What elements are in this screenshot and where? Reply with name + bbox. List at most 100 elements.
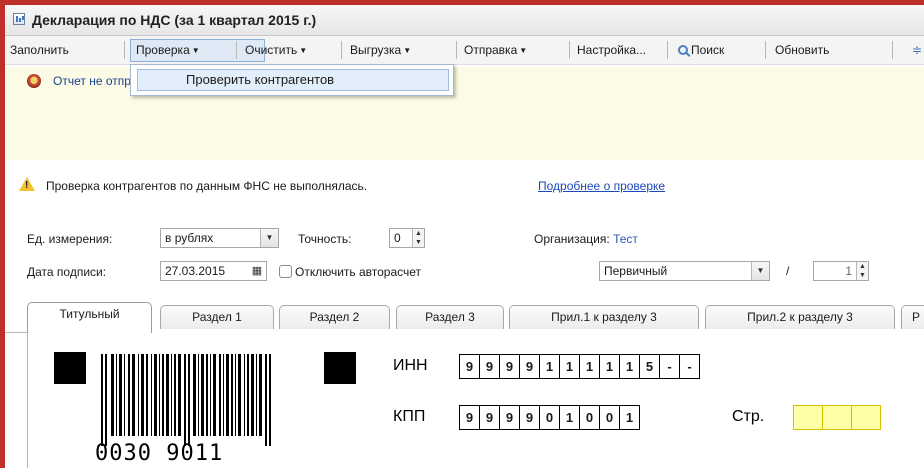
toolbar-separator <box>569 41 570 59</box>
inn-digit-cell[interactable]: 5 <box>639 354 660 379</box>
organization-value[interactable]: Тест <box>613 232 638 246</box>
spinner-arrows-icon[interactable]: ▲ ▼ <box>856 262 868 280</box>
disable-autocalc-label: Отключить авторасчет <box>295 265 422 279</box>
page-number-cells[interactable] <box>793 405 881 430</box>
inn-digit-cell[interactable]: 1 <box>619 354 640 379</box>
disable-autocalc-checkbox[interactable] <box>279 265 292 278</box>
spinner-arrows-icon[interactable]: ▲ ▼ <box>412 229 424 247</box>
inn-digit-cell[interactable]: - <box>659 354 680 379</box>
organization-label: Организация: <box>534 232 610 246</box>
refresh-button[interactable]: Обновить <box>775 42 829 58</box>
page-number-label: Стр. <box>732 408 765 425</box>
tab-appendix-2-section-3[interactable]: Прил.2 к разделу 3 <box>705 305 895 329</box>
inn-digit-cell[interactable]: - <box>679 354 700 379</box>
kpp-label: КПП <box>393 408 426 425</box>
chevron-down-icon: ▼ <box>519 46 528 55</box>
unit-value: в рублях <box>165 231 214 245</box>
sign-date-value: 27.03.2015 <box>165 264 226 278</box>
toolbar-separator <box>667 41 668 59</box>
tab-title-page[interactable]: Титульный <box>27 302 152 333</box>
kpp-digit-cell[interactable]: 9 <box>459 405 480 430</box>
tab-section-1[interactable]: Раздел 1 <box>160 305 274 329</box>
tab-more[interactable]: Р <box>901 305 924 329</box>
precision-value: 0 <box>394 231 401 245</box>
check-dropdown-menu: Проверить контрагентов <box>130 64 454 96</box>
barcode <box>101 354 271 446</box>
kpp-digit-cell[interactable]: 0 <box>599 405 620 430</box>
send-menu-button[interactable]: Отправка ▼ <box>464 42 527 58</box>
kpp-digit-cell[interactable]: 1 <box>559 405 580 430</box>
window-frame: Декларация по НДС (за 1 квартал 2015 г.)… <box>0 0 924 468</box>
inn-digit-cell[interactable]: 1 <box>599 354 620 379</box>
inn-digit-cell[interactable]: 1 <box>579 354 600 379</box>
toolbar-separator <box>456 41 457 59</box>
report-icon <box>13 13 25 25</box>
inn-label: ИНН <box>393 357 428 374</box>
correction-slash: / <box>786 264 790 278</box>
tab-section-3[interactable]: Раздел 3 <box>396 305 504 329</box>
kpp-digit-cell[interactable]: 0 <box>579 405 600 430</box>
export-menu-button[interactable]: Выгрузка ▼ <box>350 42 411 58</box>
toolbar-separator <box>341 41 342 59</box>
send-menu-label: Отправка <box>464 43 518 57</box>
sign-date-label: Дата подписи: <box>27 265 107 279</box>
kpp-digit-cell[interactable]: 0 <box>539 405 560 430</box>
page-number-cell[interactable] <box>822 405 852 430</box>
check-menu-label: Проверка <box>136 43 190 57</box>
check-counterparties-menu-item[interactable]: Проверить контрагентов <box>137 69 449 91</box>
unit-label: Ед. измерения: <box>27 232 113 246</box>
toolbar-separator <box>124 41 125 59</box>
correction-number-spinner[interactable]: 1 ▲ ▼ <box>813 261 869 281</box>
inn-digit-cell[interactable]: 1 <box>559 354 580 379</box>
inn-cells[interactable]: 9999111115-- <box>459 354 700 379</box>
report-kind-value: Первичный <box>604 264 668 278</box>
page-number-cell[interactable] <box>793 405 823 430</box>
export-menu-label: Выгрузка <box>350 43 402 57</box>
more-actions-icon[interactable]: ≑ <box>912 43 924 57</box>
chevron-down-icon[interactable]: ▼ <box>260 229 278 247</box>
kpp-digit-cell[interactable]: 9 <box>479 405 500 430</box>
window-title: Декларация по НДС (за 1 квартал 2015 г.) <box>32 12 317 28</box>
counterparty-check-warning: Проверка контрагентов по данным ФНС не в… <box>46 179 368 193</box>
inn-digit-cell[interactable]: 9 <box>479 354 500 379</box>
page-number-cell[interactable] <box>851 405 881 430</box>
kpp-digit-cell[interactable]: 9 <box>499 405 520 430</box>
barcode-number: 0030 9011 <box>95 441 224 466</box>
clear-menu-label: Очистить <box>245 43 298 57</box>
toolbar-separator <box>236 41 237 59</box>
search-button[interactable]: Поиск <box>678 42 724 58</box>
chevron-down-icon: ▼ <box>403 46 412 55</box>
precision-label: Точность: <box>298 232 352 246</box>
warning-icon-mark: ! <box>25 180 29 191</box>
fill-button[interactable]: Заполнить <box>10 42 69 58</box>
sign-date-input[interactable]: 27.03.2015 ▦ <box>160 261 267 281</box>
kpp-digit-cell[interactable]: 1 <box>619 405 640 430</box>
check-details-link[interactable]: Подробнее о проверке <box>538 179 665 193</box>
toolbar-separator <box>892 41 893 59</box>
calendar-icon[interactable]: ▦ <box>249 263 265 279</box>
organization-field: Организация: Тест <box>534 232 638 246</box>
inn-digit-cell[interactable]: 9 <box>519 354 540 379</box>
check-menu-button[interactable]: Проверка ▼ <box>136 42 200 58</box>
corner-marker <box>324 352 356 384</box>
search-icon <box>678 45 688 55</box>
clear-menu-button[interactable]: Очистить ▼ <box>245 42 307 58</box>
chevron-down-icon[interactable]: ▼ <box>751 262 769 280</box>
toolbar-separator <box>765 41 766 59</box>
precision-spinner[interactable]: 0 ▲ ▼ <box>389 228 425 248</box>
inn-digit-cell[interactable]: 9 <box>459 354 480 379</box>
settings-button[interactable]: Настройка... <box>577 42 646 58</box>
tab-appendix-1-section-3[interactable]: Прил.1 к разделу 3 <box>509 305 699 329</box>
unit-select[interactable]: в рублях ▼ <box>160 228 279 248</box>
kpp-cells[interactable]: 999901001 <box>459 405 640 430</box>
toolbar: Заполнить Проверка ▼ Очистить ▼ Выгрузка ▼ … <box>5 36 924 65</box>
tab-section-2[interactable]: Раздел 2 <box>279 305 390 329</box>
corner-marker <box>54 352 86 384</box>
search-label: Поиск <box>691 43 725 57</box>
inn-digit-cell[interactable]: 9 <box>499 354 520 379</box>
chevron-down-icon: ▼ <box>299 46 308 55</box>
report-kind-select[interactable]: Первичный ▼ <box>599 261 770 281</box>
title-bar: Декларация по НДС (за 1 квартал 2015 г.) <box>5 5 924 36</box>
kpp-digit-cell[interactable]: 9 <box>519 405 540 430</box>
inn-digit-cell[interactable]: 1 <box>539 354 560 379</box>
